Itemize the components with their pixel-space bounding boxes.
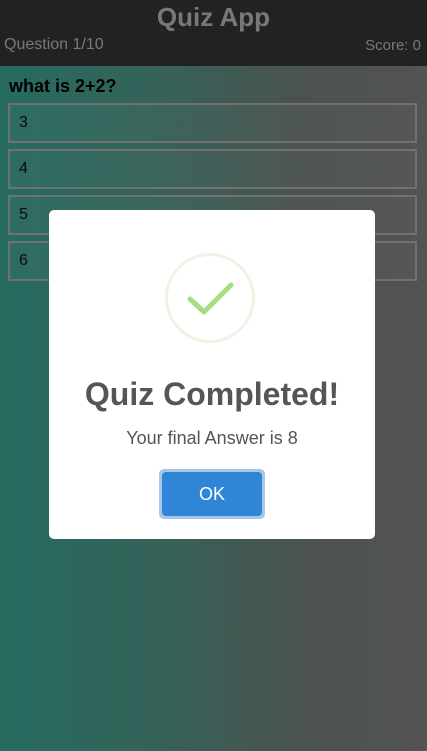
ok-button-focus-ring: OK: [159, 469, 265, 519]
dialog-message: Your final Answer is 8: [126, 428, 298, 448]
dialog-title: Quiz Completed!: [84, 376, 340, 412]
ok-button[interactable]: OK: [162, 472, 262, 516]
quiz-completed-dialog: Quiz Completed! Your final Answer is 8 O…: [49, 210, 375, 539]
checkmark-icon-glyph: [187, 282, 234, 315]
checkmark-icon: [165, 253, 255, 343]
